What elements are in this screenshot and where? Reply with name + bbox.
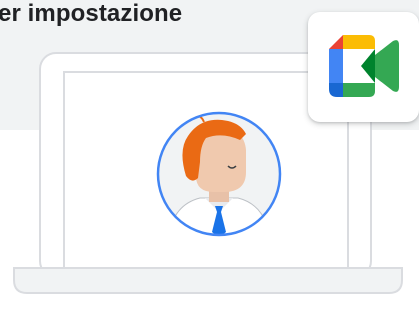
laptop-base: [13, 267, 403, 294]
google-meet-icon: [329, 35, 399, 97]
meet-badge: [308, 12, 419, 122]
